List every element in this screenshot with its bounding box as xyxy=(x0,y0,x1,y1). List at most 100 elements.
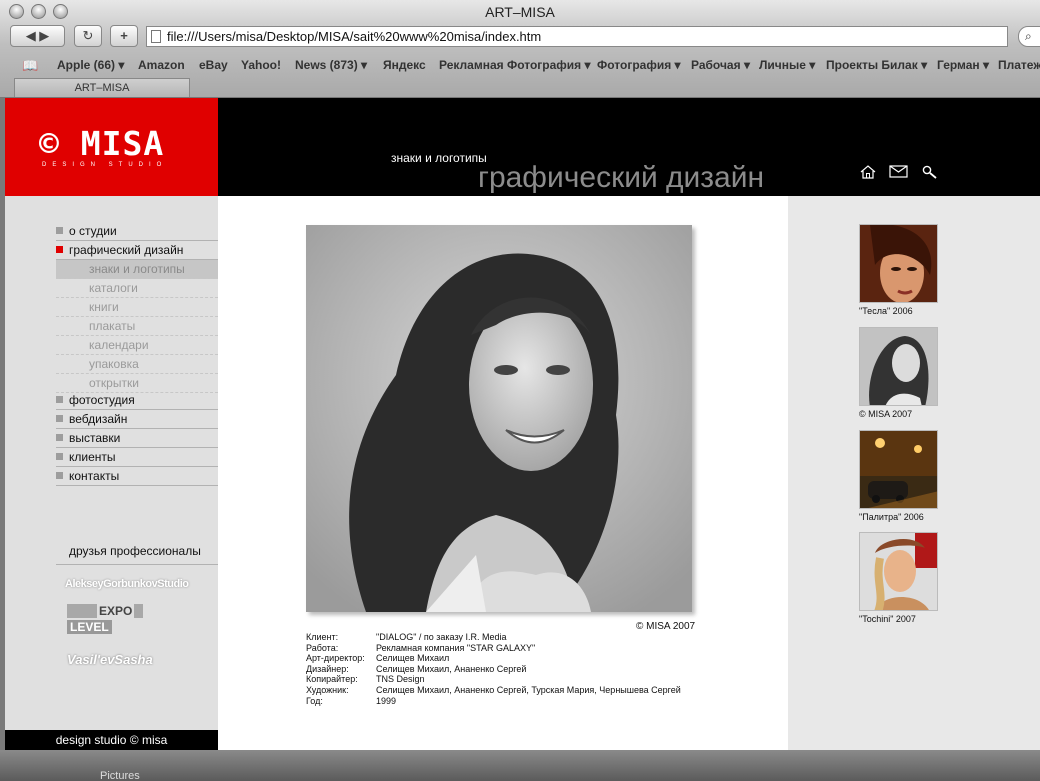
section-subtitle: знаки и логотипы xyxy=(391,151,487,165)
bookmark-item[interactable]: Платеж xyxy=(998,58,1040,72)
submenu-item-posters[interactable]: плакаты xyxy=(56,317,218,336)
mail-icon[interactable] xyxy=(889,165,908,178)
home-icon[interactable] xyxy=(860,165,876,179)
bookmark-item[interactable]: Герман ▾ xyxy=(937,58,989,72)
credit-value: 1999 xyxy=(376,695,397,706)
menu-item-clients[interactable]: клиенты xyxy=(56,448,218,467)
submenu-label: открытки xyxy=(89,376,139,390)
sidebar-footer: design studio © misa xyxy=(5,730,218,750)
credit-value: TNS Design xyxy=(376,674,425,685)
submenu-item-books[interactable]: книги xyxy=(56,298,218,317)
photo-copyright: © MISA 2007 xyxy=(636,621,696,632)
dock-item-pictures[interactable]: Pictures xyxy=(100,770,180,781)
back-forward-button[interactable]: ◀ ▶ xyxy=(10,25,65,47)
menu-item-photostudio[interactable]: фотостудия xyxy=(56,391,218,410)
bookmarks-bar: 📖 Apple (66) ▾ Amazon eBay Yahoo! News (… xyxy=(0,55,1040,75)
divider xyxy=(56,564,218,565)
browser-chrome: ART–MISA ◀ ▶ ↻ + file:///Users/misa/Desk… xyxy=(0,0,1040,98)
search-icon: ⌕ xyxy=(1025,29,1032,43)
menu-item-webdesign[interactable]: вебдизайн xyxy=(56,410,218,429)
menu-label: вебдизайн xyxy=(69,412,128,426)
menu-label: о студии xyxy=(69,224,117,238)
sidebar: о студии графический дизайн знаки и лого… xyxy=(5,196,218,750)
expo-text: EXPO xyxy=(97,604,135,618)
thumbnail-image[interactable] xyxy=(859,224,938,303)
main-portrait-photo xyxy=(306,225,692,612)
thumbnail-image[interactable] xyxy=(859,327,938,406)
submenu-label: плакаты xyxy=(89,319,136,333)
submenu-label: каталоги xyxy=(89,281,138,295)
menu-label: графический дизайн xyxy=(69,243,184,257)
submenu-label: книги xyxy=(89,300,119,314)
page-icon xyxy=(151,30,161,43)
search-icon[interactable] xyxy=(922,165,937,179)
menu-label: клиенты xyxy=(69,450,116,464)
dock-area: Pictures xyxy=(0,750,1040,781)
main-content: © MISA 2007 Клиент: "DIALOG" / по заказу … xyxy=(218,196,788,750)
search-field[interactable]: ⌕ xyxy=(1018,26,1040,47)
thumbnail-image[interactable] xyxy=(859,430,938,509)
menu-label: выставки xyxy=(69,431,121,445)
bookmark-item[interactable]: Яндекс xyxy=(383,58,426,72)
active-marker xyxy=(56,246,63,253)
submenu-item-packaging[interactable]: упаковка xyxy=(56,355,218,374)
bookmark-item[interactable]: Yahoo! xyxy=(241,58,281,72)
bookmark-item[interactable]: eBay xyxy=(199,58,228,72)
submenu-label: знаки и логотипы xyxy=(89,262,185,276)
partner-link-expo-level[interactable]: EXPO LEVEL xyxy=(67,604,143,638)
menu-item-graphic-design[interactable]: графический дизайн xyxy=(56,241,218,260)
friends-heading: друзья профессионалы xyxy=(69,544,201,558)
bookmark-item[interactable]: Личные ▾ xyxy=(759,58,815,72)
credit-value: Рекламная компания "STAR GALAXY" xyxy=(376,642,536,653)
credit-key: Копирайтер: xyxy=(306,674,358,685)
submenu-label: календари xyxy=(89,338,149,352)
bookmark-item[interactable]: Amazon xyxy=(138,58,185,72)
bookmark-item[interactable]: Apple (66) ▾ xyxy=(57,58,124,72)
address-bar[interactable]: file:///Users/misa/Desktop/MISA/sait%20w… xyxy=(146,26,1008,47)
thumbnail-caption: "Tochini" 2007 xyxy=(859,614,916,624)
credit-key: Дизайнер: xyxy=(306,663,349,674)
window-title: ART–MISA xyxy=(485,4,555,20)
thumbnail-caption: "Тесла" 2006 xyxy=(859,306,913,316)
bookmark-item[interactable]: Рабочая ▾ xyxy=(691,58,750,72)
logo-subtitle: DESIGN STUDIO xyxy=(42,162,168,168)
credit-value: Селищев Михаил xyxy=(376,653,450,664)
credit-key: Год: xyxy=(306,695,323,706)
menu-item-about[interactable]: о студии xyxy=(56,222,218,241)
site-logo[interactable]: © MISA DESIGN STUDIO xyxy=(5,98,218,196)
thumbnail-image[interactable] xyxy=(859,532,938,611)
url-text: file:///Users/misa/Desktop/MISA/sait%20w… xyxy=(167,29,542,44)
bookmarks-book-icon[interactable]: 📖 xyxy=(22,58,38,74)
menu-label: фотостудия xyxy=(69,393,135,407)
level-text: LEVEL xyxy=(67,620,112,634)
credit-key: Работа: xyxy=(306,642,339,653)
bookmark-item[interactable]: Фотография ▾ xyxy=(597,58,681,72)
submenu-item-calendars[interactable]: календари xyxy=(56,336,218,355)
credit-value: "DIALOG" / по заказу I.R. Media xyxy=(376,632,507,642)
bookmark-item[interactable]: Рекламная Фотография ▾ xyxy=(439,58,591,72)
menu-item-exhibitions[interactable]: выставки xyxy=(56,429,218,448)
thumbnail-caption: © MISA 2007 xyxy=(859,409,913,419)
bookmark-item[interactable]: News (873) ▾ xyxy=(295,58,367,72)
menu-label: контакты xyxy=(69,469,120,483)
submenu-item-logos[interactable]: знаки и логотипы xyxy=(56,260,218,279)
partner-link-gorbunkov[interactable]: AlekseyGorbunkovStudio xyxy=(65,578,189,590)
partner-link-vasilev[interactable]: Vasil'evSasha xyxy=(67,652,153,667)
credit-key: Клиент: xyxy=(306,632,339,642)
credit-key: Художник: xyxy=(306,684,349,695)
thumbnail-caption: "Палитра" 2006 xyxy=(859,512,924,522)
submenu-label: упаковка xyxy=(89,357,139,371)
section-title: графический дизайн xyxy=(478,161,765,194)
add-bookmark-button[interactable]: + xyxy=(110,25,138,47)
menu-item-contacts[interactable]: контакты xyxy=(56,467,218,486)
reload-button[interactable]: ↻ xyxy=(74,25,102,47)
logo-text: © MISA xyxy=(39,124,165,163)
bookmark-item[interactable]: Проекты Билак ▾ xyxy=(826,58,927,72)
browser-tab[interactable]: ART–MISA xyxy=(14,78,190,97)
credit-value: Селищев Михаил, Ананенко Сергей xyxy=(376,663,527,674)
site-header: знаки и логотипы графический дизайн xyxy=(218,98,1040,196)
credit-value: Селищев Михаил, Ананенко Сергей, Турская… xyxy=(376,684,681,695)
thumbnail-column: "Тесла" 2006 © MISA 2007 "Палитра" 2006 … xyxy=(788,196,1040,750)
credit-key: Арт-директор: xyxy=(306,653,365,664)
submenu-item-catalogs[interactable]: каталоги xyxy=(56,279,218,298)
